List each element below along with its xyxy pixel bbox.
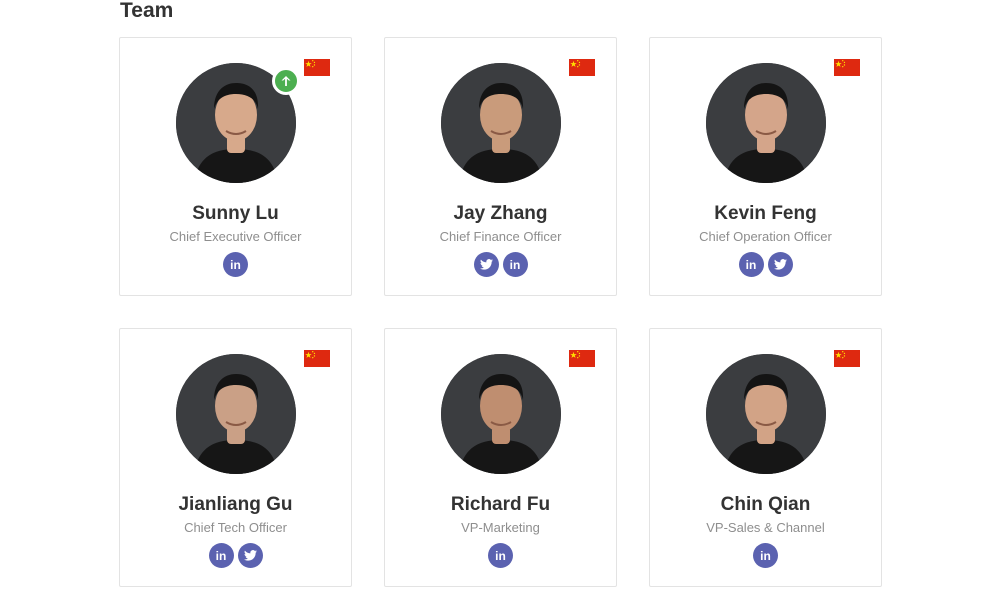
china-flag-icon: [834, 350, 860, 367]
china-flag-icon: [304, 59, 330, 76]
member-name: Jay Zhang: [453, 203, 548, 224]
team-member-card: Richard Fu VP-Marketing in: [384, 328, 617, 587]
team-member-card: Jay Zhang Chief Finance Officer in: [384, 37, 617, 296]
member-name: Richard Fu: [450, 494, 551, 515]
avatar: [706, 63, 826, 183]
avatar-wrapper: [441, 354, 561, 474]
member-name: Chin Qian: [720, 494, 811, 515]
linkedin-icon[interactable]: in: [738, 252, 764, 277]
linkedin-icon[interactable]: in: [488, 543, 513, 568]
arrow-up-icon: [272, 67, 300, 95]
social-links: in: [650, 543, 881, 568]
member-role: VP-Marketing: [461, 520, 540, 535]
social-links: in: [385, 252, 616, 277]
member-name: Kevin Feng: [714, 203, 817, 224]
member-role: Chief Operation Officer: [699, 229, 832, 244]
china-flag-icon: [569, 59, 595, 76]
avatar-wrapper: [176, 63, 300, 183]
avatar-wrapper: [706, 63, 826, 183]
member-role: VP-Sales & Channel: [706, 520, 825, 535]
member-role: Chief Executive Officer: [169, 229, 302, 244]
linkedin-icon[interactable]: in: [208, 543, 234, 568]
member-name: Jianliang Gu: [178, 494, 293, 515]
avatar: [176, 354, 296, 474]
china-flag-icon: [834, 59, 860, 76]
team-member-card: Sunny Lu Chief Executive Officer in: [119, 37, 352, 296]
china-flag-icon: [569, 350, 595, 367]
avatar-wrapper: [706, 354, 826, 474]
twitter-icon[interactable]: [237, 543, 263, 568]
social-links: in: [120, 543, 351, 568]
avatar: [441, 354, 561, 474]
avatar-wrapper: [176, 354, 296, 474]
member-role: Chief Tech Officer: [184, 520, 287, 535]
team-section: Team Sunny Lu Chief Executive Officer in Ja…: [0, 0, 1000, 600]
social-links: in: [650, 252, 881, 277]
member-name: Sunny Lu: [192, 203, 279, 224]
team-member-card: Jianliang Gu Chief Tech Officer in: [119, 328, 352, 587]
team-member-card: Chin Qian VP-Sales & Channel in: [649, 328, 882, 587]
twitter-icon[interactable]: [473, 252, 499, 277]
china-flag-icon: [304, 350, 330, 367]
linkedin-icon[interactable]: in: [753, 543, 778, 568]
section-title: Team: [120, 0, 174, 22]
team-member-card: Kevin Feng Chief Operation Officer in: [649, 37, 882, 296]
member-role: Chief Finance Officer: [439, 229, 562, 244]
linkedin-icon[interactable]: in: [223, 252, 248, 277]
avatar-wrapper: [441, 63, 561, 183]
social-links: in: [120, 252, 351, 277]
avatar: [441, 63, 561, 183]
linkedin-icon[interactable]: in: [502, 252, 528, 277]
social-links: in: [385, 543, 616, 568]
twitter-icon[interactable]: [767, 252, 793, 277]
avatar: [706, 354, 826, 474]
